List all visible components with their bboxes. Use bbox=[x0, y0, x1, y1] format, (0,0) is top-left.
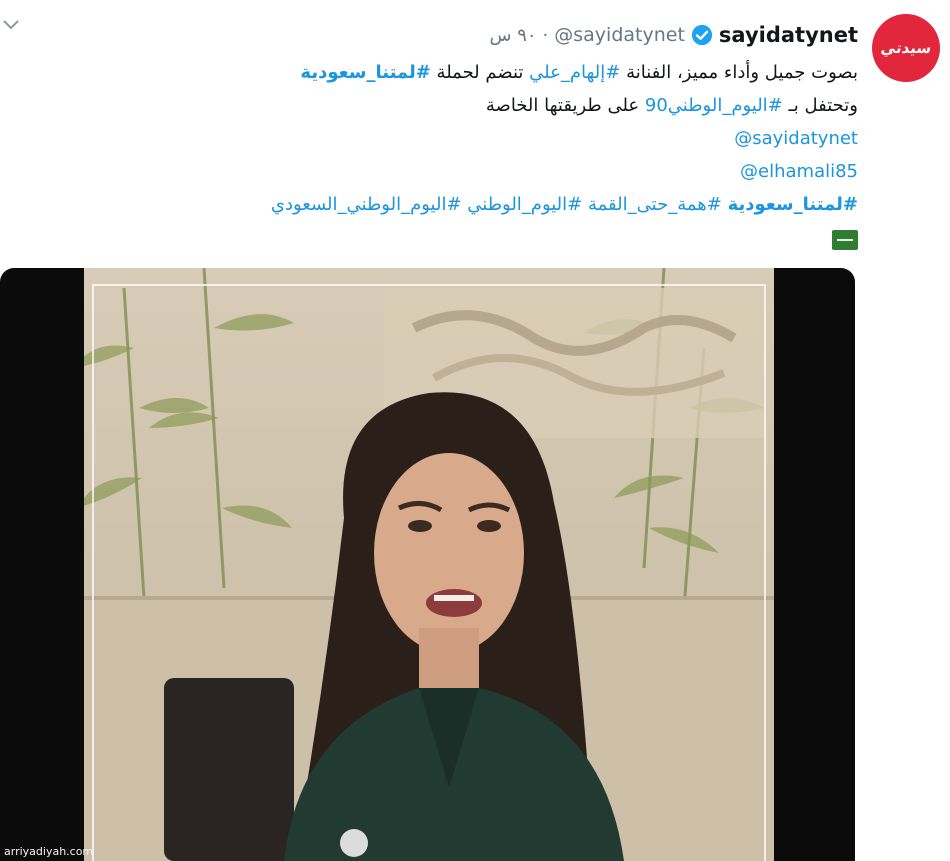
tweet-header: ٩٠ س · @sayidatynet sayidatynet bbox=[489, 22, 858, 48]
tweet-line-3: @sayidatynet bbox=[18, 122, 858, 155]
verified-badge-icon bbox=[691, 24, 713, 46]
tweet-text-segment: وتحتفل بـ bbox=[782, 95, 859, 116]
hashtag-link[interactable]: #لمتنا_سعودية bbox=[728, 194, 858, 215]
watermark: arriyadiyah.com bbox=[4, 845, 94, 858]
video-frame[interactable] bbox=[84, 268, 774, 861]
tweet-line-5: #لمتنا_سعودية #همة_حتى_القمة #اليوم_الوط… bbox=[18, 188, 858, 221]
video-border bbox=[92, 284, 766, 861]
separator-dot: · bbox=[542, 24, 549, 46]
tweet-video[interactable]: arriyadiyah.com bbox=[0, 268, 855, 861]
hashtag-link[interactable]: #همة_حتى_القمة bbox=[588, 194, 722, 215]
avatar-logo: سيدتي bbox=[879, 39, 933, 57]
tweet-text: بصوت جميل وأداء مميز، الفنانة #إلهام_علي… bbox=[18, 56, 858, 254]
hashtag-link[interactable]: #اليوم_الوطني bbox=[467, 194, 582, 215]
chevron-down-icon[interactable] bbox=[2, 18, 20, 32]
tweet-line-2: وتحتفل بـ #اليوم_الوطني90 على طريقتها ال… bbox=[18, 89, 858, 122]
user-handle[interactable]: @sayidatynet bbox=[554, 24, 685, 46]
tweet-text-segment: على طريقتها الخاصة bbox=[485, 95, 645, 116]
tweet-line-4: @elhamali85 bbox=[18, 155, 858, 188]
tweet-line-1: بصوت جميل وأداء مميز، الفنانة #إلهام_علي… bbox=[18, 56, 858, 89]
tweet-text-segment: بصوت جميل وأداء مميز، الفنانة bbox=[620, 62, 858, 83]
hashtag-link[interactable]: #اليوم_الوطني_السعودي bbox=[271, 194, 462, 215]
tweet-line-6 bbox=[18, 221, 858, 254]
hashtag-link[interactable]: #لمتنا_سعودية bbox=[300, 62, 430, 83]
mention-link[interactable]: @sayidatynet bbox=[734, 128, 858, 149]
avatar[interactable]: سيدتي bbox=[872, 14, 940, 82]
mention-link[interactable]: @elhamali85 bbox=[740, 161, 858, 182]
saudi-flag-emoji bbox=[832, 230, 858, 250]
hashtag-link[interactable]: #إلهام_علي bbox=[529, 62, 620, 83]
display-name[interactable]: sayidatynet bbox=[719, 23, 858, 47]
hashtag-link[interactable]: #اليوم_الوطني90 bbox=[645, 95, 783, 116]
tweet-text-segment: تنضم لحملة bbox=[430, 62, 530, 83]
tweet-time[interactable]: ٩٠ س bbox=[489, 25, 536, 46]
